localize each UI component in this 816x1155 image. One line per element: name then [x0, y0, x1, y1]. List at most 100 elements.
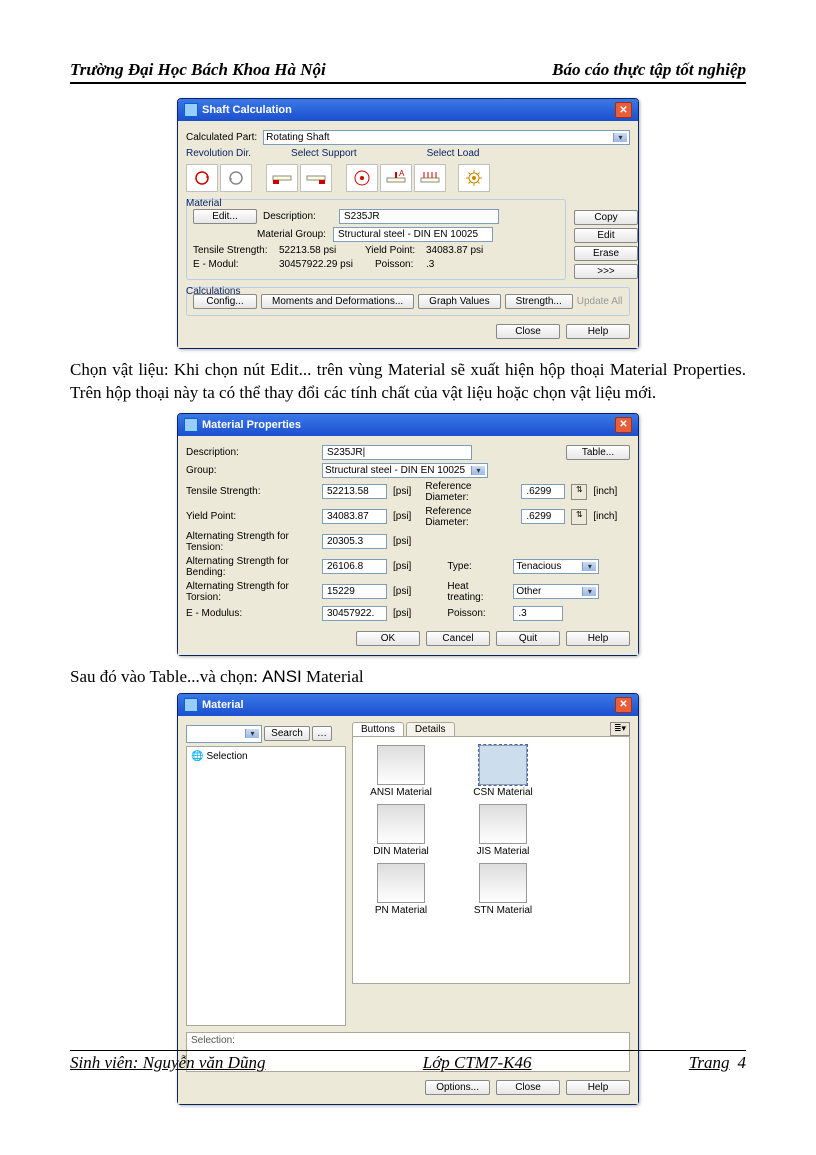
alt-torsion-label: Alternating Strength for Torsion: — [186, 581, 316, 603]
yield-input[interactable]: 34083.87 — [322, 509, 387, 524]
options-button[interactable]: Options... — [425, 1080, 490, 1095]
alt-bend-input[interactable]: 26106.8 — [322, 559, 387, 574]
table-button[interactable]: Table... — [566, 445, 630, 460]
material-label: STN Material — [474, 905, 532, 916]
chevron-down-icon: ▾ — [471, 466, 485, 475]
help-button[interactable]: Help — [566, 324, 630, 339]
description-label: Description: — [263, 211, 333, 222]
dimension-icon[interactable]: ⇅ — [571, 509, 587, 525]
paragraph-2: Sau đó vào Table...và chọn: ANSI Materia… — [70, 666, 746, 689]
material-label: CSN Material — [473, 787, 532, 798]
copy-button[interactable]: Copy — [574, 210, 638, 225]
tab-buttons[interactable]: Buttons — [352, 722, 404, 736]
page-header: Trường Đại Học Bách Khoa Hà Nội Báo cáo … — [70, 60, 746, 84]
search-button[interactable]: Search — [264, 726, 310, 741]
poisson-input[interactable]: .3 — [513, 606, 563, 621]
unit-psi: [psi] — [393, 511, 411, 522]
selection-panel-label: Selection: — [191, 1035, 235, 1046]
tab-details[interactable]: Details — [406, 722, 455, 736]
description-label: Description: — [186, 447, 316, 458]
material-item-ansi[interactable]: ANSI Material — [361, 745, 441, 798]
alt-tension-input[interactable]: 20305.3 — [322, 534, 387, 549]
tree-pane[interactable]: 🌐 Selection — [186, 746, 346, 1026]
alt-torsion-input[interactable]: 15229 — [322, 584, 387, 599]
material-label: JIS Material — [477, 846, 530, 857]
edit-side-button[interactable]: Edit — [574, 228, 638, 243]
ok-button[interactable]: OK — [356, 631, 420, 646]
load-distributed-icon[interactable] — [414, 164, 446, 192]
calculated-part-select[interactable]: Rotating Shaft ▾ — [263, 130, 630, 145]
material-grid: ANSI Material CSN Material DIN Material … — [352, 736, 630, 984]
material-icon — [377, 863, 425, 903]
list-view-icon[interactable]: ≣▾ — [610, 722, 630, 736]
unit-inch: [inch] — [593, 486, 617, 497]
config-button[interactable]: Config... — [193, 294, 257, 309]
search-options-button[interactable]: … — [312, 726, 332, 741]
edit-button[interactable]: Edit... — [193, 209, 257, 224]
material-item-csn[interactable]: CSN Material — [463, 745, 543, 798]
revolution-cw-icon[interactable] — [186, 164, 218, 192]
revolution-ccw-icon[interactable] — [220, 164, 252, 192]
unit-psi: [psi] — [393, 486, 411, 497]
material-item-stn[interactable]: STN Material — [463, 863, 543, 916]
moments-button[interactable]: Moments and Deformations... — [261, 294, 414, 309]
material-label: DIN Material — [373, 846, 429, 857]
chevron-down-icon: ▾ — [245, 729, 259, 738]
emodul-label: E - Modul: — [193, 259, 273, 270]
material-browser-dialog: Material ✕ ▾ Search … 🌐 — [177, 693, 639, 1105]
close-button[interactable]: Close — [496, 324, 560, 339]
quit-button[interactable]: Quit — [496, 631, 560, 646]
tensile-input[interactable]: 52213.58 — [322, 484, 387, 499]
unit-inch: [inch] — [593, 511, 617, 522]
unit-psi: [psi] — [393, 536, 411, 547]
folder-select[interactable]: ▾ — [186, 725, 262, 743]
close-icon[interactable]: ✕ — [615, 417, 632, 433]
gear-icon[interactable] — [458, 164, 490, 192]
close-icon[interactable]: ✕ — [615, 102, 632, 118]
emodulus-input[interactable]: 30457922. — [322, 606, 387, 621]
calculated-part-label: Calculated Part: — [186, 132, 257, 143]
load-force-icon[interactable]: A — [380, 164, 412, 192]
strength-button[interactable]: Strength... — [505, 294, 573, 309]
close-button[interactable]: Close — [496, 1080, 560, 1095]
support-right-icon[interactable] — [300, 164, 332, 192]
tensile-label: Tensile Strength: — [193, 245, 273, 256]
heat-select[interactable]: Other ▾ — [513, 584, 599, 599]
close-icon[interactable]: ✕ — [615, 697, 632, 713]
yield-value: 34083.87 psi — [426, 245, 483, 256]
dialog-titlebar[interactable]: Material ✕ — [178, 694, 638, 716]
refdia2-input[interactable]: .6299 — [521, 509, 565, 524]
group-label: Group: — [186, 465, 316, 476]
help-button[interactable]: Help — [566, 1080, 630, 1095]
heat-label: Heat treating: — [447, 581, 507, 603]
erase-button[interactable]: Erase — [574, 246, 638, 261]
page-footer: Sinh viên: Nguyễn văn Dũng Lớp CTM7-K46 … — [70, 1050, 746, 1073]
material-properties-dialog: Material Properties ✕ Description: S235J… — [177, 413, 639, 656]
support-left-icon[interactable] — [266, 164, 298, 192]
update-all-label: Update All — [577, 296, 623, 307]
select-load-label: Select Load — [427, 148, 480, 159]
group-select[interactable]: Structural steel - DIN EN 10025 ▾ — [322, 463, 488, 478]
material-item-pn[interactable]: PN Material — [361, 863, 441, 916]
description-input[interactable]: S235JR| — [322, 445, 472, 460]
dimension-icon[interactable]: ⇅ — [571, 484, 587, 500]
material-item-din[interactable]: DIN Material — [361, 804, 441, 857]
load-torque-icon[interactable] — [346, 164, 378, 192]
dialog-titlebar[interactable]: Material Properties ✕ — [178, 414, 638, 436]
help-button[interactable]: Help — [566, 631, 630, 646]
more-button[interactable]: >>> — [574, 264, 638, 279]
type-select[interactable]: Tenacious ▾ — [513, 559, 599, 574]
material-item-jis[interactable]: JIS Material — [463, 804, 543, 857]
tensile-label: Tensile Strength: — [186, 486, 316, 497]
tab-bar: Buttons Details ≣▾ — [352, 722, 630, 736]
refdia-input[interactable]: .6299 — [521, 484, 565, 499]
cancel-button[interactable]: Cancel — [426, 631, 490, 646]
alt-tension-label: Alternating Strength for Tension: — [186, 531, 316, 553]
unit-psi: [psi] — [393, 586, 411, 597]
paragraph-1: Chọn vật liệu: Khi chọn nút Edit... trên… — [70, 359, 746, 405]
shaft-calculation-dialog: Shaft Calculation ✕ Calculated Part: Rot… — [177, 98, 639, 349]
dialog-titlebar[interactable]: Shaft Calculation ✕ — [178, 99, 638, 121]
select-support-label: Select Support — [291, 148, 357, 159]
type-value: Tenacious — [516, 561, 561, 572]
graph-values-button[interactable]: Graph Values — [418, 294, 500, 309]
